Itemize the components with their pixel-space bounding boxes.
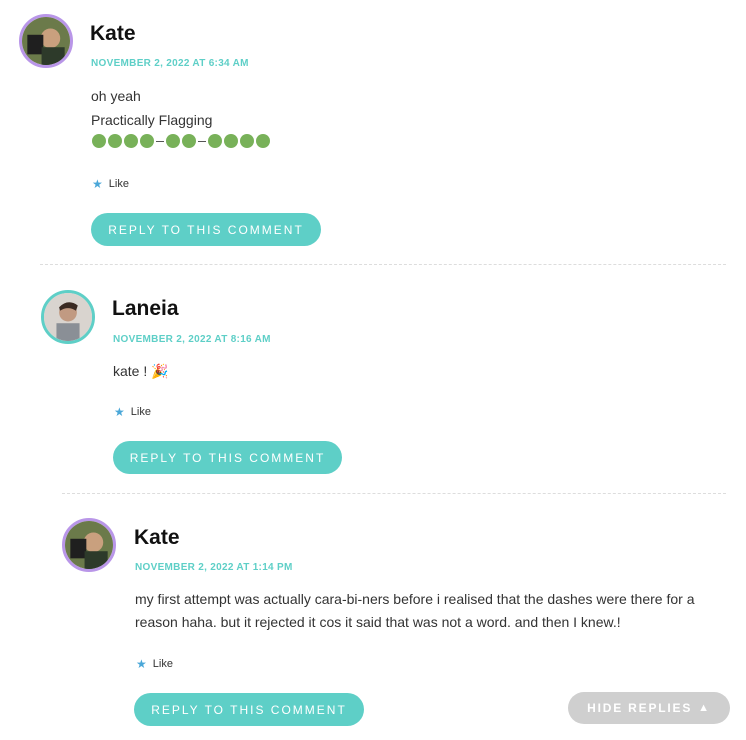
like-button[interactable]: ★ Like (114, 405, 151, 419)
green-circle-icon (108, 134, 122, 148)
avatar-image (65, 521, 113, 569)
comment-text-line: Practically Flagging (91, 112, 213, 128)
comment-text: my first attempt was actually cara-bi-ne… (135, 591, 695, 630)
star-icon: ★ (92, 177, 103, 191)
avatar[interactable] (62, 518, 116, 572)
green-circle-icon (92, 134, 106, 148)
hide-replies-button[interactable]: HIDE REPLIES ▲ (568, 692, 730, 724)
avatar[interactable] (19, 14, 73, 68)
like-label: Like (108, 178, 129, 190)
star-icon: ★ (114, 405, 125, 419)
like-button[interactable]: ★ Like (92, 177, 129, 191)
dash (198, 140, 206, 142)
comment-date[interactable]: NOVEMBER 2, 2022 AT 6:34 AM (91, 58, 249, 69)
dash (156, 140, 164, 142)
comment-date[interactable]: NOVEMBER 2, 2022 AT 8:16 AM (113, 334, 271, 345)
comment-text-line: oh yeah (91, 88, 141, 104)
avatar[interactable] (41, 290, 95, 344)
green-circle-icon (256, 134, 270, 148)
green-circle-icon (124, 134, 138, 148)
green-circle-icon (208, 134, 222, 148)
like-label: Like (130, 406, 151, 418)
comment-divider (62, 493, 726, 494)
comment-author[interactable]: Kate (134, 526, 180, 550)
comment-author[interactable]: Kate (90, 22, 136, 46)
comment-text-line: kate ! 🎉 (113, 363, 169, 379)
like-button[interactable]: ★ Like (136, 657, 173, 671)
avatar-image (22, 17, 70, 65)
like-label: Like (152, 658, 173, 670)
green-circle-icon (182, 134, 196, 148)
star-icon: ★ (136, 657, 147, 671)
comment-date[interactable]: NOVEMBER 2, 2022 AT 1:14 PM (135, 562, 293, 573)
green-circle-icon (140, 134, 154, 148)
reply-button[interactable]: REPLY TO THIS COMMENT (113, 441, 342, 474)
comment-author[interactable]: Laneia (112, 297, 179, 321)
reply-button[interactable]: REPLY TO THIS COMMENT (134, 693, 364, 726)
reply-button[interactable]: REPLY TO THIS COMMENT (91, 213, 321, 246)
avatar-image (44, 293, 92, 341)
hide-replies-label: HIDE REPLIES (587, 701, 693, 715)
green-circle-icon (166, 134, 180, 148)
triangle-up-icon: ▲ (698, 702, 711, 714)
comment-divider (40, 264, 726, 265)
green-circle-icon (224, 134, 238, 148)
green-circle-icon (240, 134, 254, 148)
green-dots-pattern (92, 134, 272, 148)
